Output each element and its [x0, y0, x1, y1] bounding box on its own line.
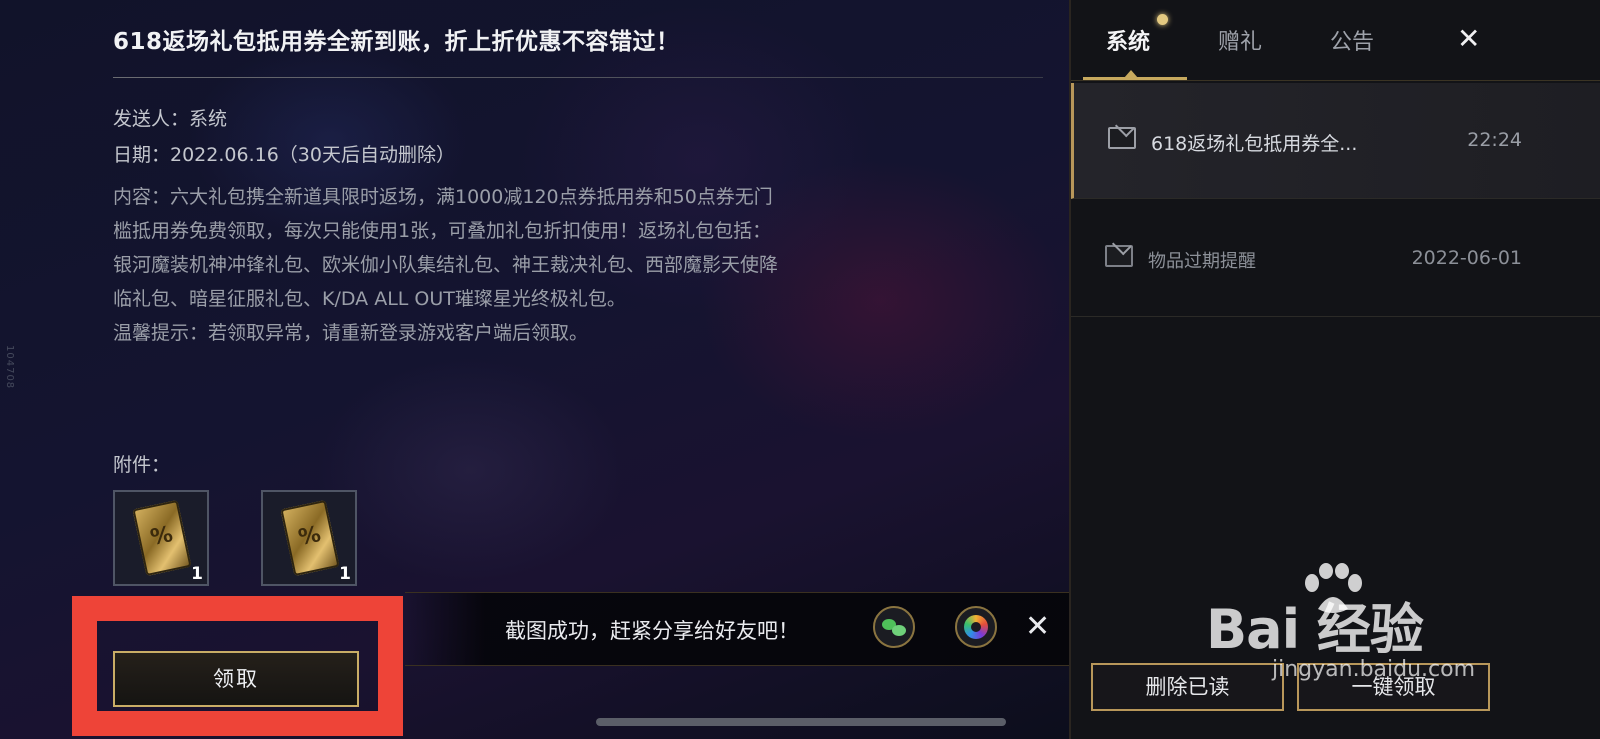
mail-opened-icon: [1108, 127, 1136, 149]
mail-list-subject: 物品过期提醒: [1148, 251, 1256, 272]
coupon-ticket-icon: [280, 499, 340, 577]
mail-icon: [1105, 245, 1133, 267]
moments-ring: [964, 615, 988, 639]
share-close-icon[interactable]: ✕: [1025, 609, 1050, 644]
mail-list-item[interactable]: 物品过期提醒 2022-06-01: [1071, 201, 1600, 317]
wechat-icon[interactable]: [873, 606, 915, 648]
tab-gifts[interactable]: 赠礼: [1218, 24, 1262, 56]
new-mail-dot-icon: [1157, 14, 1168, 25]
side-id-text: 104708: [4, 345, 15, 390]
attachment-qty: 1: [191, 564, 203, 584]
mail-content: 内容：六大礼包携全新道具限时返场，满1000减120点券抵用券和50点券无门 槛…: [113, 180, 873, 350]
mail-content-line: 银河魔装机神冲锋礼包、欧米伽小队集结礼包、神王裁决礼包、西部魔影天使降: [113, 254, 779, 276]
mail-sender: 发送人：系统: [113, 108, 228, 130]
close-icon[interactable]: ✕: [1457, 22, 1480, 55]
attachment-item[interactable]: 1: [261, 490, 357, 586]
home-indicator: [596, 718, 1006, 726]
tab-system[interactable]: 系统: [1106, 24, 1150, 56]
attachment-qty: 1: [339, 564, 351, 584]
watermark-main-text: Bai 经验: [1206, 598, 1424, 661]
mail-title: 618返场礼包抵用券全新到账，折上折优惠不容错过！: [113, 29, 680, 55]
active-tab-caret-icon: [1124, 70, 1138, 78]
attachments-label: 附件：: [113, 454, 171, 476]
mail-list-time: 2022-06-01: [1411, 247, 1522, 269]
tabs-bar: 系统 赠礼 公告 ✕: [1071, 0, 1600, 81]
mail-content-line: 内容：六大礼包携全新道具限时返场，满1000减120点券抵用券和50点券无门: [113, 186, 773, 208]
coupon-ticket-icon: [132, 499, 192, 577]
share-toast: 截图成功，赶紧分享给好友吧！ ✕: [405, 592, 1070, 666]
mail-content-line: 槛抵用券免费领取，每次只能使用1张，可叠加礼包折扣使用！返场礼包包括：: [113, 220, 772, 242]
mail-list-item[interactable]: 618返场礼包抵用券全... 22:24: [1071, 83, 1600, 199]
delete-read-button[interactable]: 删除已读: [1091, 663, 1284, 711]
mail-date: 日期：2022.06.16（30天后自动删除）: [113, 144, 455, 166]
share-toast-text: 截图成功，赶紧分享给好友吧！: [505, 619, 799, 643]
mail-list-subject: 618返场礼包抵用券全...: [1151, 133, 1358, 155]
moments-icon[interactable]: [955, 606, 997, 648]
wechat-bubble: [892, 625, 906, 636]
attachment-item[interactable]: 1: [113, 490, 209, 586]
mail-list-time: 22:24: [1467, 129, 1522, 151]
tab-announcements[interactable]: 公告: [1330, 24, 1374, 56]
mail-content-line: 温馨提示：若领取异常，请重新登录游戏客户端后领取。: [113, 322, 589, 344]
highlight-annotation-box: [72, 596, 403, 736]
title-divider: [113, 77, 1043, 78]
watermark-url-text: jingyan.baidu.com: [1272, 657, 1476, 682]
mail-content-line: 临礼包、暗星征服礼包、K/DA ALL OUT璀璨星光终极礼包。: [113, 288, 626, 310]
